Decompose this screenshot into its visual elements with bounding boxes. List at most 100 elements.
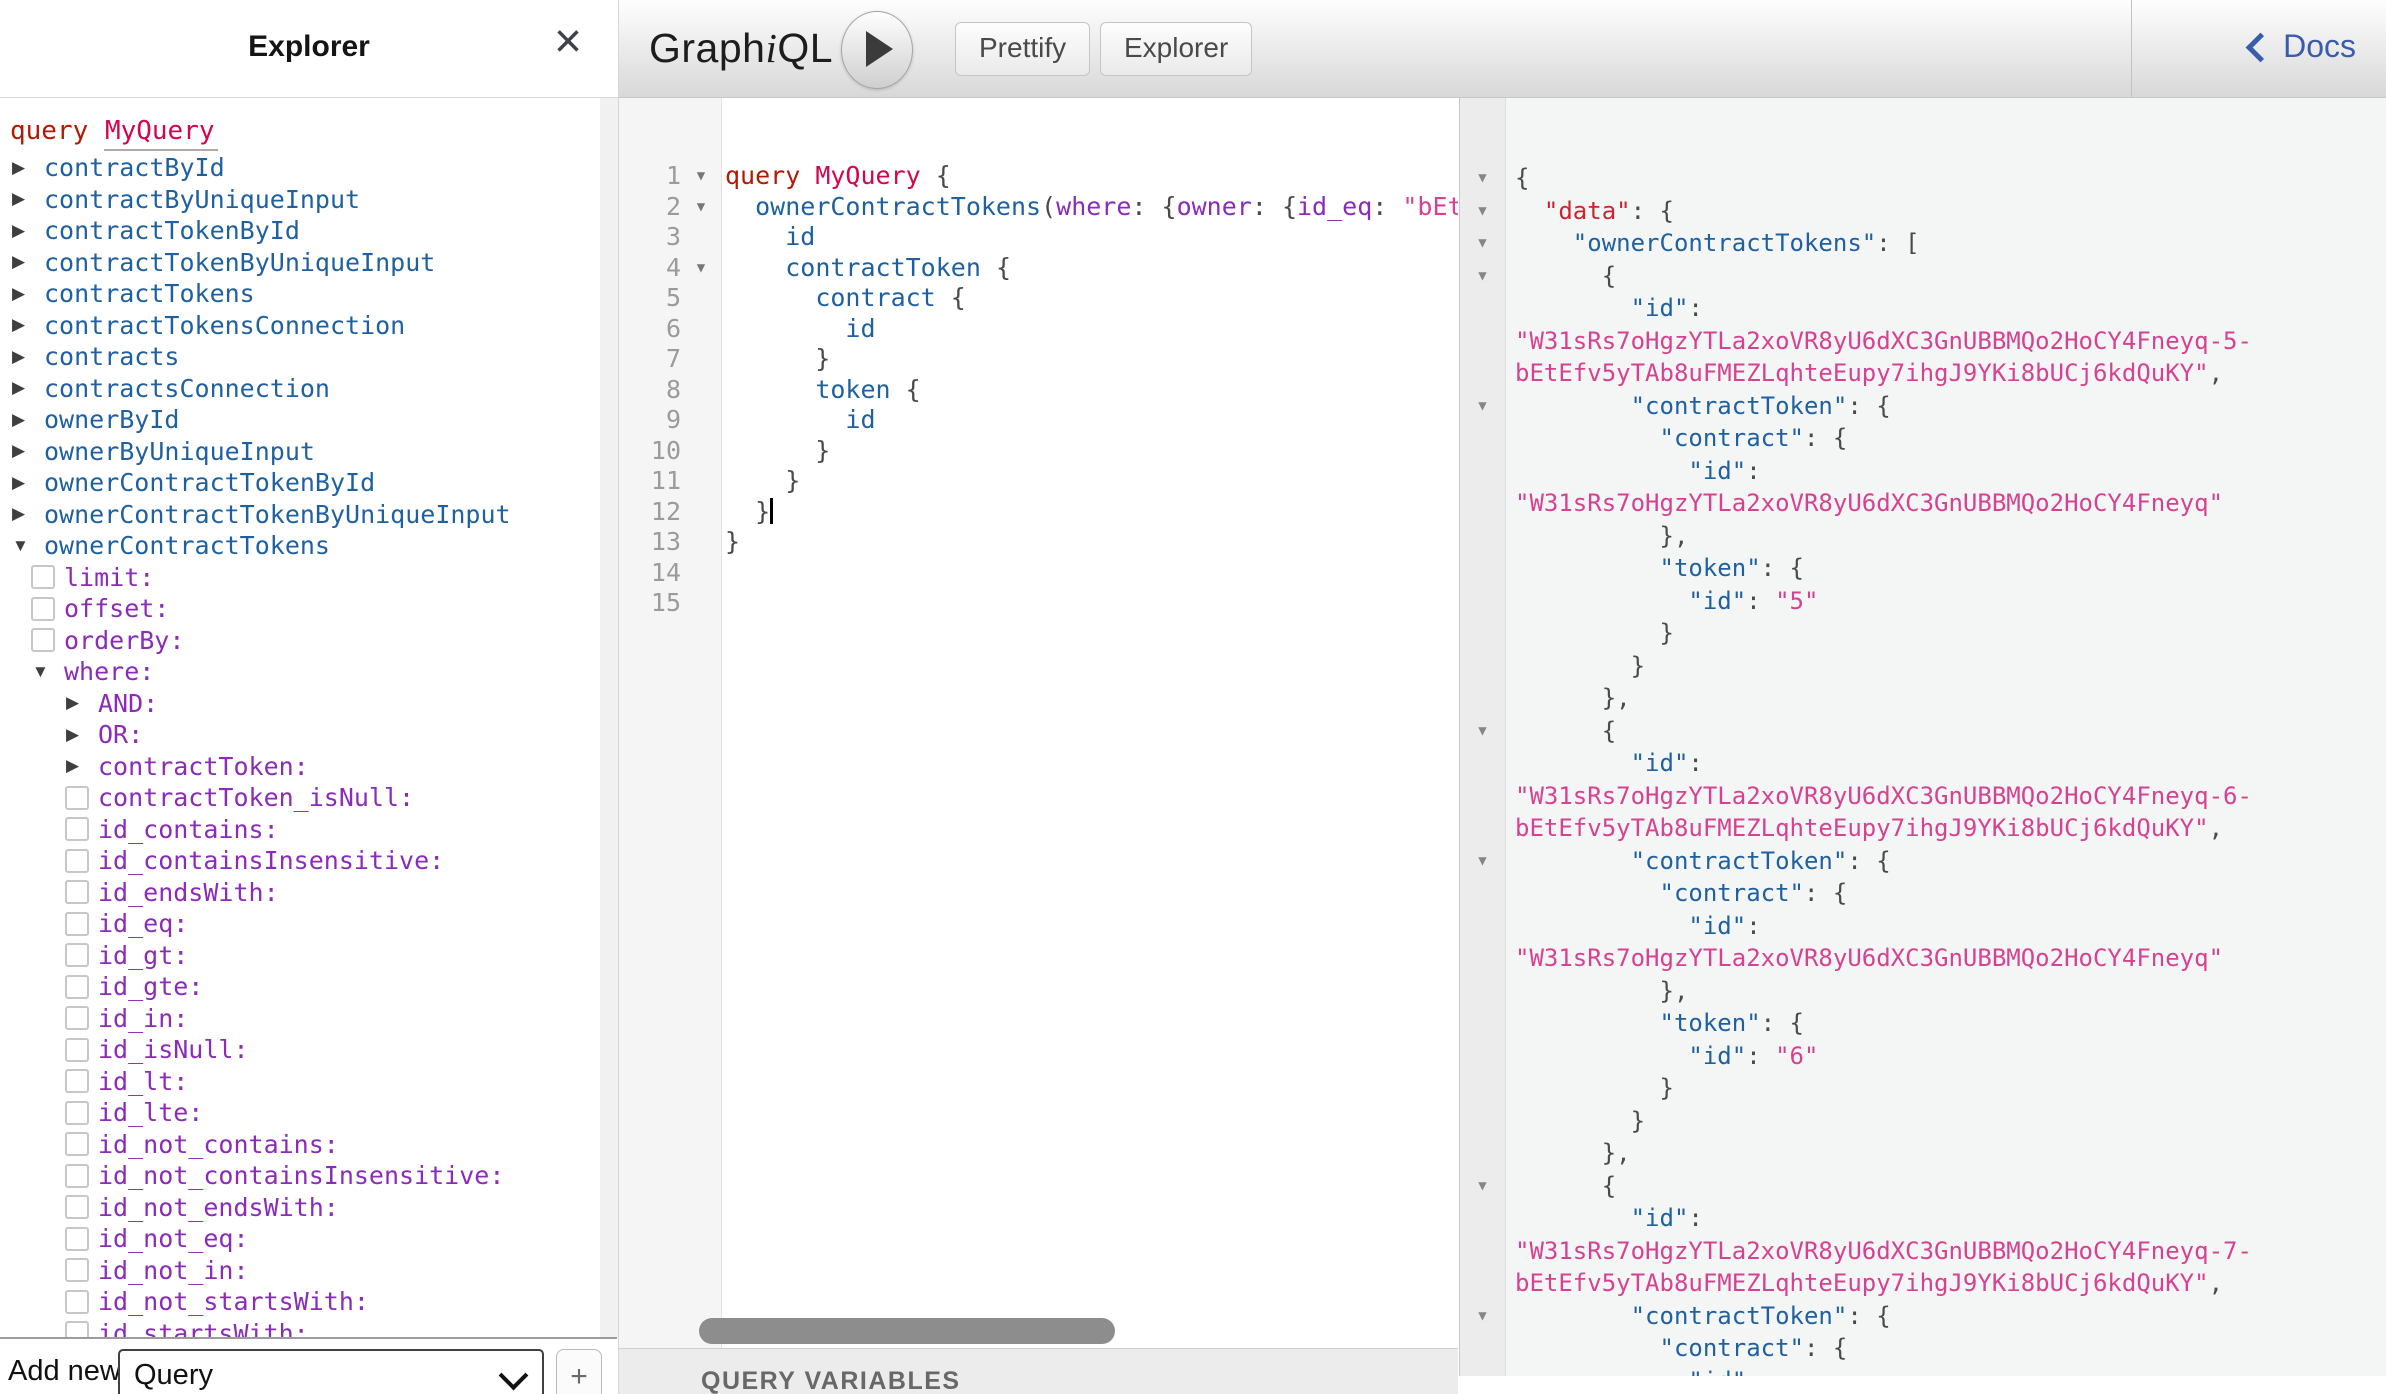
explorer-toggle-button[interactable]: Explorer [1100, 22, 1252, 76]
fold-icon[interactable]: ▼ [681, 161, 721, 192]
expand-icon[interactable]: ▶ [10, 158, 44, 178]
editor-code-line[interactable]: contract { [721, 283, 1458, 314]
explorer-item-contractTokenByUniqueInput[interactable]: ▶contractTokenByUniqueInput [0, 247, 600, 279]
explorer-item-id_not_endsWith[interactable]: id_not_endsWith: [0, 1192, 600, 1224]
argument-checkbox[interactable] [65, 1290, 89, 1314]
expand-icon[interactable]: ▶ [10, 252, 44, 272]
fold-icon[interactable]: ▼ [1460, 390, 1505, 423]
explorer-item-AND[interactable]: ▶AND: [0, 688, 600, 720]
editor-code-line[interactable] [721, 558, 1458, 589]
add-new-select[interactable]: Query [118, 1349, 544, 1394]
explorer-item-id_lte[interactable]: id_lte: [0, 1097, 600, 1129]
argument-checkbox[interactable] [65, 1069, 89, 1093]
editor-code-line[interactable]: } [721, 497, 1458, 528]
explorer-item-contractToken[interactable]: ▶contractToken: [0, 751, 600, 783]
explorer-item-id_not_in[interactable]: id_not_in: [0, 1255, 600, 1287]
argument-checkbox[interactable] [65, 1006, 89, 1030]
fold-icon[interactable]: ▼ [681, 253, 721, 284]
explorer-item-id_lt[interactable]: id_lt: [0, 1066, 600, 1098]
argument-checkbox[interactable] [65, 880, 89, 904]
argument-checkbox[interactable] [65, 849, 89, 873]
argument-checkbox[interactable] [65, 1227, 89, 1251]
collapse-icon[interactable]: ▼ [30, 662, 64, 682]
explorer-item-id_not_eq[interactable]: id_not_eq: [0, 1223, 600, 1255]
fold-icon[interactable]: ▼ [1460, 1170, 1505, 1203]
argument-checkbox[interactable] [31, 628, 55, 652]
expand-icon[interactable]: ▶ [10, 315, 44, 335]
editor-code-line[interactable]: token { [721, 375, 1458, 406]
argument-checkbox[interactable] [65, 1132, 89, 1156]
query-editor[interactable]: 1▼query MyQuery {2▼ ownerContractTokens(… [619, 98, 1458, 1348]
argument-checkbox[interactable] [65, 786, 89, 810]
argument-checkbox[interactable] [31, 597, 55, 621]
editor-code-line[interactable]: id [721, 405, 1458, 436]
explorer-item-id_not_startsWith[interactable]: id_not_startsWith: [0, 1286, 600, 1318]
expand-icon[interactable]: ▶ [10, 189, 44, 209]
editor-code-line[interactable] [721, 588, 1458, 619]
explorer-item-contractTokenById[interactable]: ▶contractTokenById [0, 215, 600, 247]
expand-icon[interactable]: ▶ [10, 221, 44, 241]
expand-icon[interactable]: ▶ [10, 441, 44, 461]
explorer-item-id_endsWith[interactable]: id_endsWith: [0, 877, 600, 909]
explorer-item-id_gt[interactable]: id_gt: [0, 940, 600, 972]
editor-code-line[interactable]: ownerContractTokens(where: {owner: {id_e… [721, 192, 1458, 223]
editor-code-line[interactable]: } [721, 436, 1458, 467]
fold-icon[interactable]: ▼ [1460, 195, 1505, 228]
add-operation-button[interactable]: + [556, 1349, 602, 1394]
explorer-item-OR[interactable]: ▶OR: [0, 719, 600, 751]
expand-icon[interactable]: ▶ [10, 347, 44, 367]
explorer-item-ownerContractTokens[interactable]: ▼ownerContractTokens [0, 530, 600, 562]
argument-checkbox[interactable] [31, 565, 55, 589]
execute-query-button[interactable] [841, 11, 913, 89]
fold-icon[interactable]: ▼ [1460, 715, 1505, 748]
fold-icon[interactable]: ▼ [1460, 162, 1505, 195]
editor-code-line[interactable]: } [721, 344, 1458, 375]
editor-code-line[interactable]: id [721, 222, 1458, 253]
argument-checkbox[interactable] [65, 912, 89, 936]
expand-icon[interactable]: ▶ [10, 378, 44, 398]
fold-icon[interactable]: ▼ [681, 192, 721, 223]
explorer-item-id_in[interactable]: id_in: [0, 1003, 600, 1035]
explorer-item-contracts[interactable]: ▶contracts [0, 341, 600, 373]
explorer-item-id_not_contains[interactable]: id_not_contains: [0, 1129, 600, 1161]
collapse-icon[interactable]: ▼ [10, 536, 44, 556]
explorer-item-id_eq[interactable]: id_eq: [0, 908, 600, 940]
argument-checkbox[interactable] [65, 943, 89, 967]
editor-code-line[interactable]: id [721, 314, 1458, 345]
explorer-scrollbar[interactable] [600, 98, 618, 1337]
operation-name-input[interactable]: MyQuery [104, 116, 218, 151]
expand-icon[interactable]: ▶ [64, 725, 98, 745]
explorer-item-contractByUniqueInput[interactable]: ▶contractByUniqueInput [0, 184, 600, 216]
explorer-item-limit[interactable]: limit: [0, 562, 600, 594]
fold-icon[interactable]: ▼ [1460, 845, 1505, 878]
explorer-item-contractTokensConnection[interactable]: ▶contractTokensConnection [0, 310, 600, 342]
argument-checkbox[interactable] [65, 1038, 89, 1062]
explorer-item-contractToken_isNull[interactable]: contractToken_isNull: [0, 782, 600, 814]
explorer-item-id_contains[interactable]: id_contains: [0, 814, 600, 846]
expand-icon[interactable]: ▶ [64, 693, 98, 713]
explorer-item-ownerContractTokenById[interactable]: ▶ownerContractTokenById [0, 467, 600, 499]
expand-icon[interactable]: ▶ [10, 410, 44, 430]
fold-icon[interactable]: ▼ [1460, 227, 1505, 260]
argument-checkbox[interactable] [65, 817, 89, 841]
explorer-item-id_isNull[interactable]: id_isNull: [0, 1034, 600, 1066]
close-icon[interactable]: × [554, 18, 582, 66]
expand-icon[interactable]: ▶ [64, 756, 98, 776]
argument-checkbox[interactable] [65, 1101, 89, 1125]
explorer-item-id_gte[interactable]: id_gte: [0, 971, 600, 1003]
editor-code-line[interactable]: } [721, 527, 1458, 558]
explorer-item-contractById[interactable]: ▶contractById [0, 152, 600, 184]
argument-checkbox[interactable] [65, 1195, 89, 1219]
variables-panel[interactable]: QUERY VARIABLES [619, 1348, 1458, 1394]
editor-code-line[interactable]: } [721, 466, 1458, 497]
explorer-item-contractTokens[interactable]: ▶contractTokens [0, 278, 600, 310]
editor-horizontal-scrollbar[interactable] [699, 1318, 1115, 1344]
explorer-item-ownerContractTokenByUniqueInput[interactable]: ▶ownerContractTokenByUniqueInput [0, 499, 600, 531]
editor-code-line[interactable]: query MyQuery { [721, 161, 1458, 192]
docs-link[interactable]: Docs [2250, 28, 2356, 65]
explorer-item-ownerByUniqueInput[interactable]: ▶ownerByUniqueInput [0, 436, 600, 468]
expand-icon[interactable]: ▶ [10, 473, 44, 493]
expand-icon[interactable]: ▶ [10, 504, 44, 524]
argument-checkbox[interactable] [65, 975, 89, 999]
explorer-item-id_containsInsensitive[interactable]: id_containsInsensitive: [0, 845, 600, 877]
